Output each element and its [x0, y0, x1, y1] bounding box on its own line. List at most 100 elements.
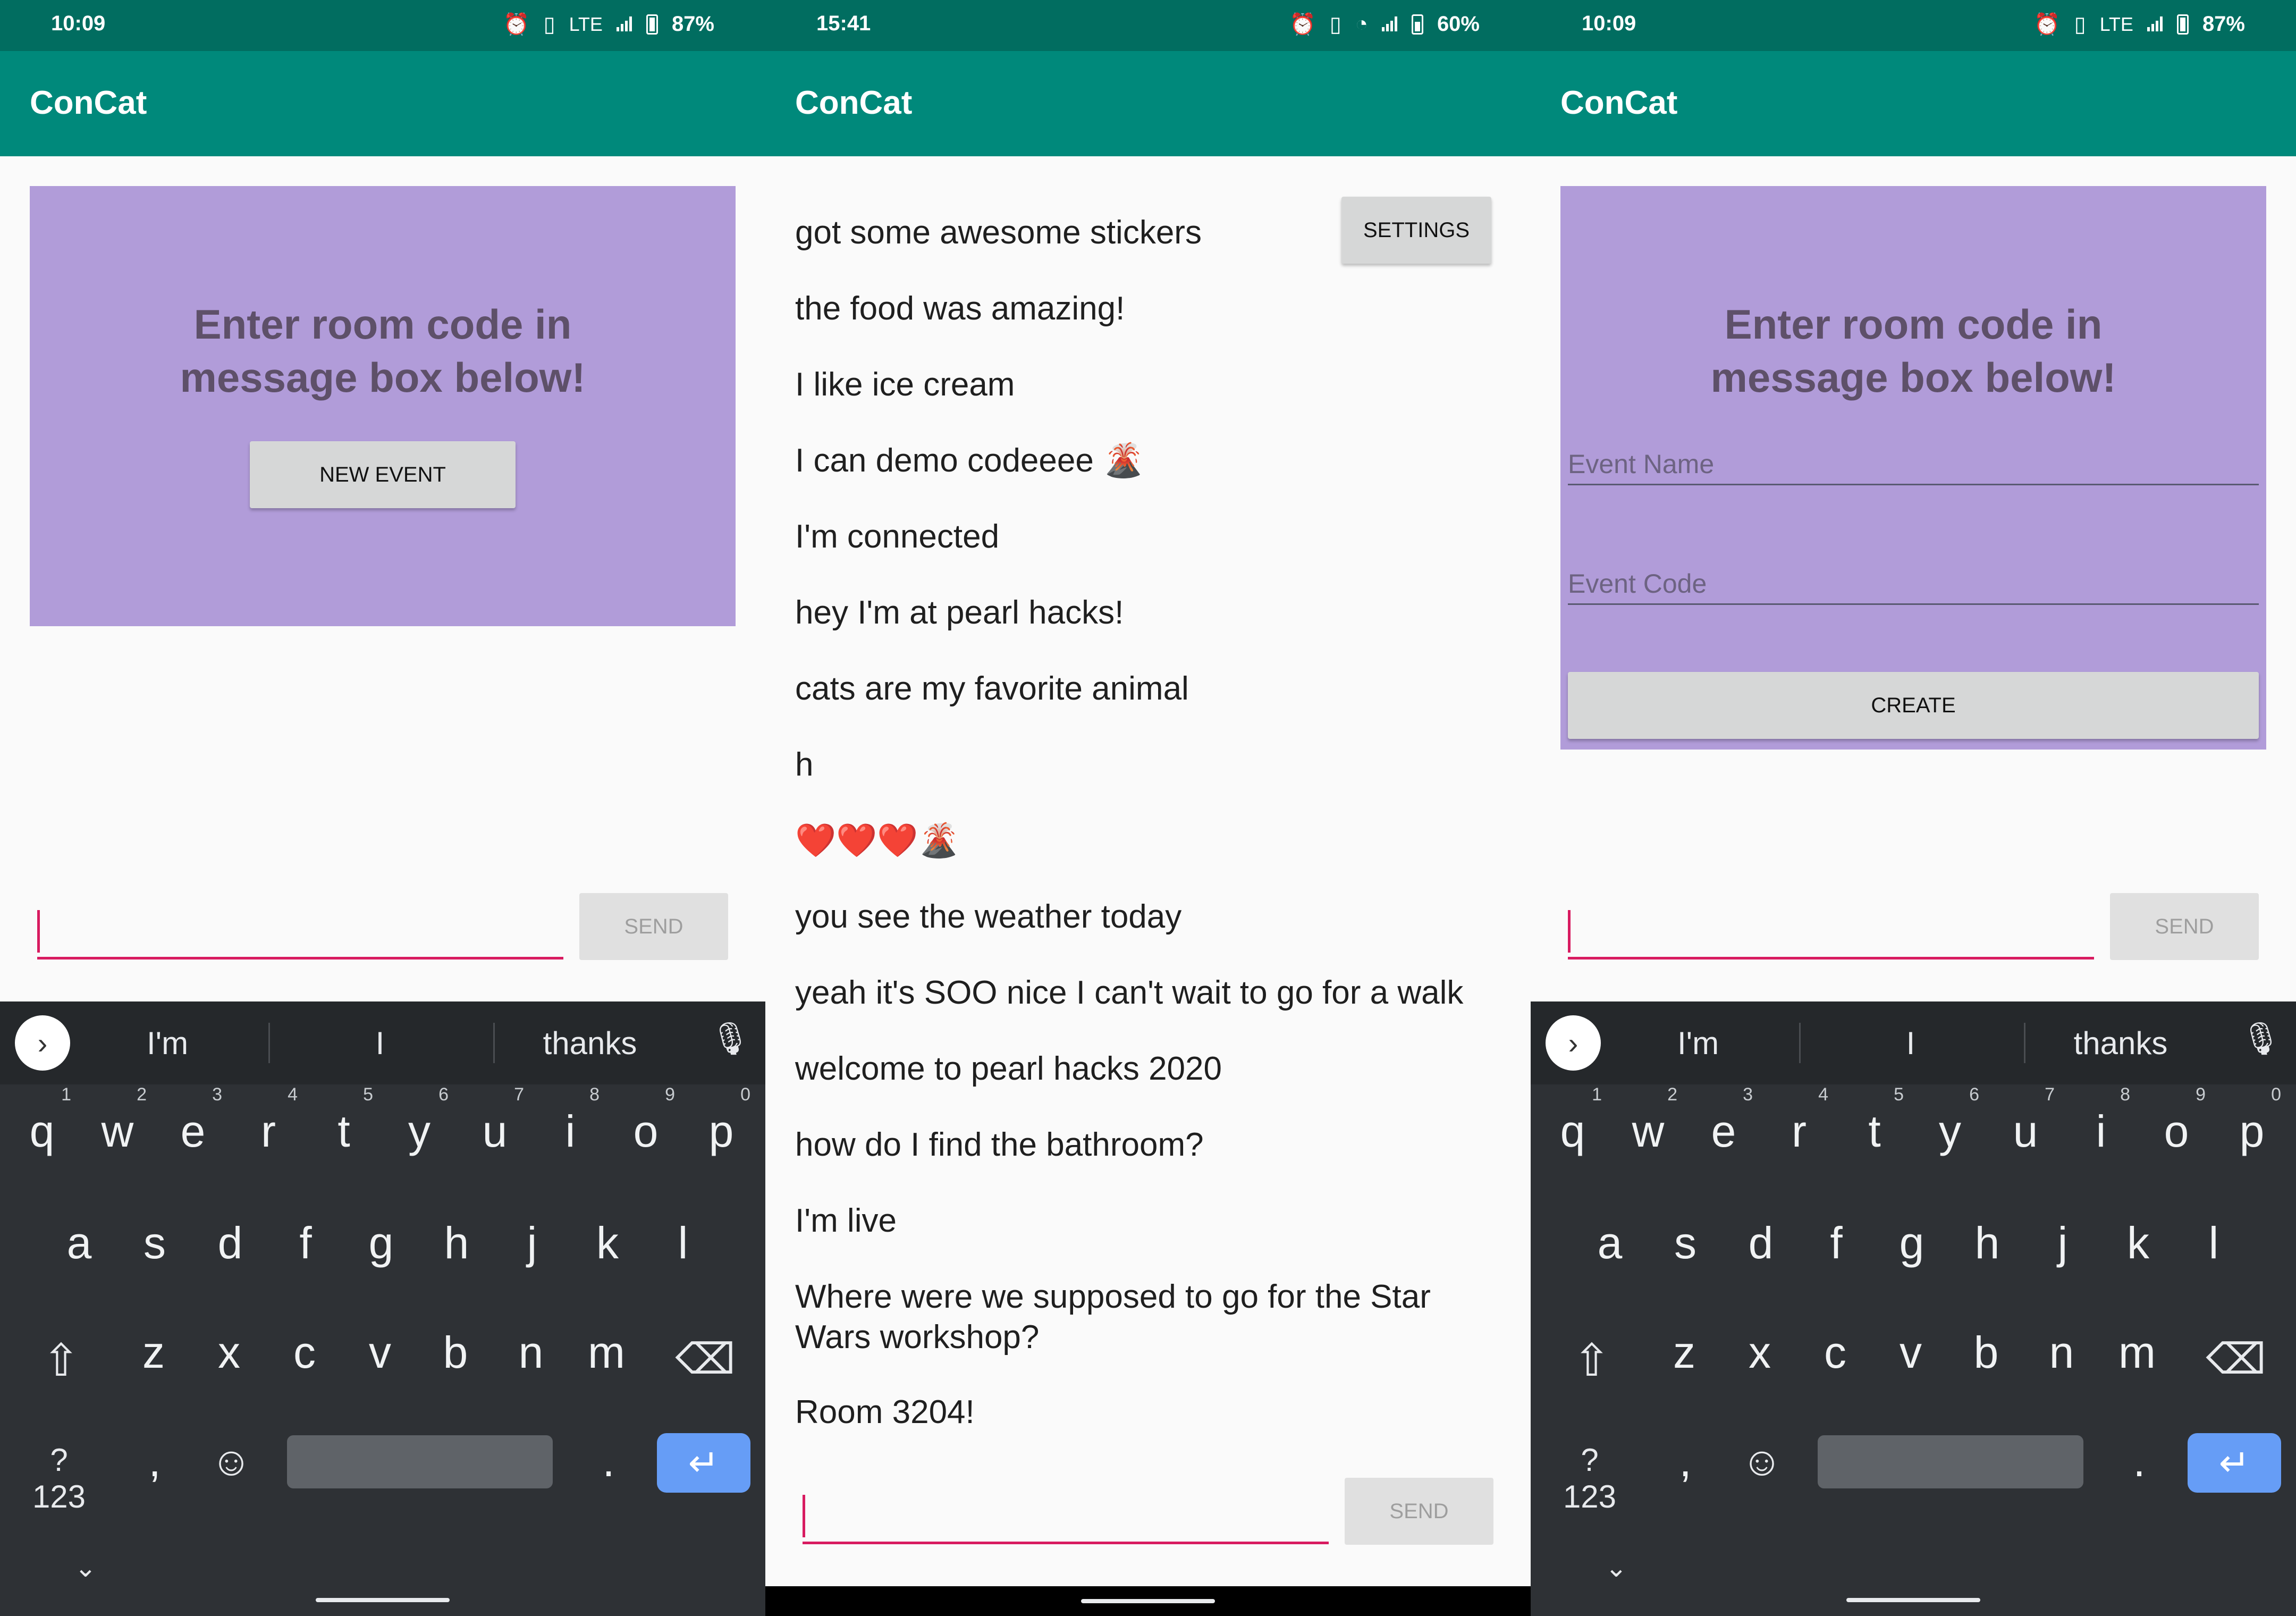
- emoji-icon[interactable]: ☺: [1727, 1438, 1796, 1485]
- key-u[interactable]: u7: [1991, 1084, 2060, 1157]
- enter-icon[interactable]: ↵: [657, 1433, 750, 1493]
- key-w[interactable]: w2: [83, 1084, 152, 1157]
- key-z[interactable]: z: [1650, 1327, 1719, 1378]
- key-x[interactable]: x: [195, 1327, 264, 1378]
- mic-icon[interactable]: 🎙: [710, 1020, 750, 1057]
- create-button[interactable]: CREATE: [1568, 672, 2259, 739]
- key-d[interactable]: d: [1726, 1217, 1795, 1269]
- message-input[interactable]: [1568, 904, 2094, 960]
- chevron-down-icon[interactable]: ⌄: [1605, 1552, 1627, 1583]
- mic-icon[interactable]: 🎙: [2241, 1020, 2281, 1057]
- send-button[interactable]: SEND: [579, 893, 728, 960]
- period-key[interactable]: .: [574, 1435, 643, 1487]
- suggestion-2[interactable]: I: [1831, 1025, 1990, 1062]
- chevron-down-icon[interactable]: ⌄: [74, 1552, 97, 1583]
- key-b[interactable]: b: [1952, 1327, 2021, 1378]
- symbols-key[interactable]: ?123: [24, 1442, 94, 1515]
- key-n[interactable]: n: [496, 1327, 565, 1378]
- key-b[interactable]: b: [421, 1327, 490, 1378]
- key-v[interactable]: v: [345, 1327, 415, 1378]
- key-a[interactable]: a: [1575, 1217, 1644, 1269]
- shift-icon[interactable]: ⇧: [1557, 1334, 1626, 1386]
- key-y[interactable]: y6: [385, 1084, 454, 1157]
- key-r[interactable]: r4: [1765, 1084, 1834, 1157]
- event-name-field[interactable]: Event Name: [1568, 441, 2259, 485]
- key-g[interactable]: g: [347, 1217, 416, 1269]
- key-y[interactable]: y6: [1915, 1084, 1985, 1157]
- key-h[interactable]: h: [1953, 1217, 2022, 1269]
- suggestion-3[interactable]: thanks: [510, 1025, 670, 1062]
- key-v[interactable]: v: [1876, 1327, 1945, 1378]
- comma-key[interactable]: ,: [120, 1435, 189, 1487]
- message-bar: SEND: [30, 893, 736, 962]
- key-t[interactable]: t5: [1840, 1084, 1909, 1157]
- key-r[interactable]: r4: [234, 1084, 303, 1157]
- key-k[interactable]: k: [2104, 1217, 2173, 1269]
- key-t[interactable]: t5: [309, 1084, 378, 1157]
- key-j[interactable]: j: [2028, 1217, 2097, 1269]
- message-item: Room 3204!: [795, 1394, 975, 1430]
- key-l[interactable]: l: [648, 1217, 718, 1269]
- vibrate-icon: ▯: [1329, 12, 1341, 36]
- key-s[interactable]: s: [120, 1217, 189, 1269]
- keyboard: › I'm I thanks 🎙: [1531, 1001, 2296, 1616]
- new-event-button[interactable]: NEW EVENT: [250, 441, 516, 508]
- key-hint: 5: [1894, 1084, 1904, 1105]
- space-key[interactable]: [1818, 1435, 2083, 1488]
- key-p[interactable]: p0: [687, 1084, 756, 1157]
- event-code-field[interactable]: Event Code: [1568, 561, 2259, 605]
- suggestion-1[interactable]: I'm: [88, 1025, 247, 1062]
- key-o[interactable]: o9: [611, 1084, 680, 1157]
- key-w[interactable]: w2: [1614, 1084, 1683, 1157]
- chevron-right-icon[interactable]: ›: [1546, 1015, 1601, 1071]
- key-hint: 7: [2045, 1084, 2055, 1105]
- backspace-icon[interactable]: ⌫: [671, 1334, 740, 1384]
- key-m[interactable]: m: [572, 1327, 641, 1378]
- key-h[interactable]: h: [422, 1217, 491, 1269]
- key-j[interactable]: j: [497, 1217, 567, 1269]
- key-z[interactable]: z: [119, 1327, 188, 1378]
- message-input[interactable]: [803, 1488, 1329, 1544]
- key-x[interactable]: x: [1725, 1327, 1794, 1378]
- space-key[interactable]: [287, 1435, 553, 1488]
- key-d[interactable]: d: [196, 1217, 265, 1269]
- send-button[interactable]: SEND: [2110, 893, 2259, 960]
- symbols-key[interactable]: ?123: [1555, 1442, 1624, 1515]
- key-o[interactable]: o9: [2142, 1084, 2211, 1157]
- key-a[interactable]: a: [45, 1217, 114, 1269]
- key-i[interactable]: i8: [536, 1084, 605, 1157]
- enter-icon[interactable]: ↵: [2188, 1433, 2281, 1493]
- shift-icon[interactable]: ⇧: [27, 1334, 96, 1386]
- comma-key[interactable]: ,: [1651, 1435, 1720, 1487]
- key-q[interactable]: q1: [1538, 1084, 1607, 1157]
- suggestion-2[interactable]: I: [300, 1025, 460, 1062]
- key-n[interactable]: n: [2027, 1327, 2096, 1378]
- key-e[interactable]: e3: [158, 1084, 227, 1157]
- key-hint: 6: [1969, 1084, 1979, 1105]
- key-f[interactable]: f: [271, 1217, 340, 1269]
- key-e[interactable]: e3: [1689, 1084, 1758, 1157]
- key-i[interactable]: i8: [2066, 1084, 2135, 1157]
- period-key[interactable]: .: [2105, 1435, 2174, 1487]
- key-f[interactable]: f: [1802, 1217, 1871, 1269]
- key-u[interactable]: u7: [460, 1084, 529, 1157]
- message-bar: SEND: [1560, 893, 2266, 962]
- message-input[interactable]: [37, 904, 563, 960]
- emoji-icon[interactable]: ☺: [197, 1438, 266, 1485]
- key-k[interactable]: k: [573, 1217, 642, 1269]
- suggestion-1[interactable]: I'm: [1618, 1025, 1778, 1062]
- key-m[interactable]: m: [2103, 1327, 2172, 1378]
- backspace-icon[interactable]: ⌫: [2201, 1334, 2270, 1384]
- key-p[interactable]: p0: [2217, 1084, 2286, 1157]
- chevron-right-icon[interactable]: ›: [15, 1015, 70, 1071]
- suggestion-3[interactable]: thanks: [2041, 1025, 2200, 1062]
- key-c[interactable]: c: [270, 1327, 339, 1378]
- key-q[interactable]: q1: [7, 1084, 77, 1157]
- key-s[interactable]: s: [1651, 1217, 1720, 1269]
- key-hint: 2: [1667, 1084, 1677, 1105]
- key-g[interactable]: g: [1877, 1217, 1946, 1269]
- key-l[interactable]: l: [2179, 1217, 2248, 1269]
- key-hint: 1: [1592, 1084, 1602, 1105]
- send-button[interactable]: SEND: [1345, 1478, 1493, 1545]
- key-c[interactable]: c: [1801, 1327, 1870, 1378]
